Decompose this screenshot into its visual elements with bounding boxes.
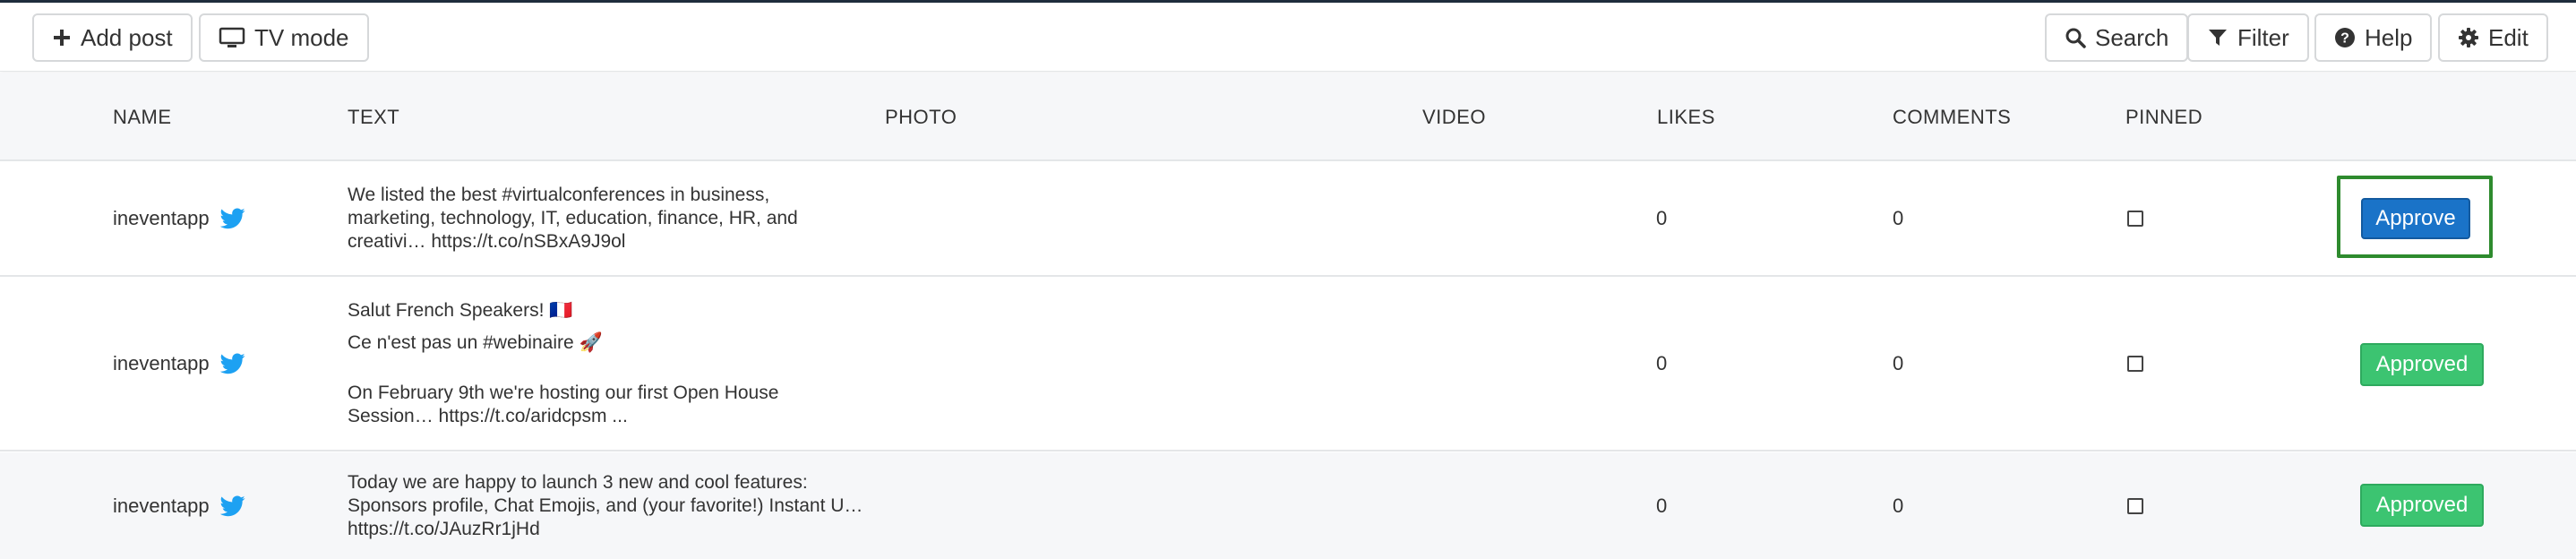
toolbar: Add post TV mode Search Filter ? Help Ed… bbox=[0, 3, 2576, 72]
column-header-video[interactable]: VIDEO bbox=[1422, 73, 1486, 161]
twitter-icon bbox=[219, 353, 245, 374]
table-row[interactable]: ineventapp Salut French Speakers! 🇫🇷 Ce … bbox=[0, 278, 2576, 452]
approved-button[interactable]: Approved bbox=[2360, 343, 2484, 386]
twitter-icon bbox=[219, 208, 245, 229]
help-button[interactable]: ? Help bbox=[2314, 13, 2433, 62]
pinned-checkbox[interactable] bbox=[2127, 356, 2143, 372]
help-icon: ? bbox=[2335, 28, 2355, 47]
pinned-cell bbox=[2127, 452, 2143, 559]
tv-mode-label: TV mode bbox=[254, 23, 349, 51]
post-text-line: On February 9th we're hosting our first … bbox=[348, 383, 779, 403]
column-header-pinned[interactable]: PINNED bbox=[2125, 73, 2202, 161]
column-header-comments[interactable]: COMMENTS bbox=[1893, 73, 2011, 161]
column-header-name[interactable]: NAME bbox=[113, 73, 172, 161]
pinned-cell bbox=[2127, 162, 2143, 275]
filter-button[interactable]: Filter bbox=[2187, 13, 2309, 62]
post-text-line: https://t.co/JAuzRr1jHd bbox=[348, 518, 540, 539]
table-row[interactable]: ineventapp Today we are happy to launch … bbox=[0, 452, 2576, 559]
post-text-line: Today we are happy to launch 3 new and c… bbox=[348, 471, 808, 493]
post-text-line: Sponsors profile, Chat Emojis, and (your… bbox=[348, 494, 863, 516]
add-post-button[interactable]: Add post bbox=[32, 13, 193, 62]
gear-icon bbox=[2459, 28, 2478, 47]
table-header: NAME TEXT PHOTO VIDEO LIKES COMMENTS PIN… bbox=[0, 73, 2576, 161]
author-cell: ineventapp bbox=[113, 162, 245, 275]
post-text-line: We listed the best #virtualconferences i… bbox=[348, 185, 770, 205]
likes-count: 0 bbox=[1656, 494, 1668, 517]
edit-label: Edit bbox=[2488, 23, 2529, 51]
pinned-cell bbox=[2127, 278, 2143, 450]
comments-count: 0 bbox=[1893, 352, 1904, 374]
tv-mode-button[interactable]: TV mode bbox=[199, 13, 369, 62]
author-name: ineventapp bbox=[113, 352, 210, 374]
add-post-label: Add post bbox=[81, 23, 173, 51]
pinned-checkbox[interactable] bbox=[2127, 497, 2143, 514]
pinned-checkbox[interactable] bbox=[2127, 211, 2143, 227]
author-cell: ineventapp bbox=[113, 278, 245, 450]
svg-text:?: ? bbox=[2340, 31, 2349, 47]
author-name: ineventapp bbox=[113, 494, 210, 517]
filter-icon bbox=[2209, 30, 2227, 46]
column-header-likes[interactable]: LIKES bbox=[1657, 73, 1715, 161]
search-button[interactable]: Search bbox=[2045, 13, 2189, 62]
post-text-line: Ce n'est pas un #webinaire 🚀 bbox=[348, 332, 603, 353]
post-text-line: creativi… https://t.co/nSBxA9J9ol bbox=[348, 231, 626, 252]
approved-button[interactable]: Approved bbox=[2360, 484, 2484, 527]
post-text-line: marketing, technology, IT, education, fi… bbox=[348, 208, 798, 228]
likes-count: 0 bbox=[1656, 207, 1668, 229]
column-header-photo[interactable]: PHOTO bbox=[885, 73, 957, 161]
search-label: Search bbox=[2095, 23, 2169, 51]
monitor-icon bbox=[219, 27, 245, 47]
search-icon bbox=[2065, 28, 2086, 48]
author-cell: ineventapp bbox=[113, 452, 245, 559]
author-name: ineventapp bbox=[113, 207, 210, 229]
post-text-line: Session… https://t.co/aridcpsm ... bbox=[348, 406, 628, 426]
post-text-line: Salut French Speakers! 🇫🇷 bbox=[348, 300, 573, 321]
filter-label: Filter bbox=[2237, 23, 2289, 51]
comments-count: 0 bbox=[1893, 494, 1904, 517]
post-text: Salut French Speakers! 🇫🇷 Ce n'est pas u… bbox=[348, 278, 885, 450]
post-text: Today we are happy to launch 3 new and c… bbox=[348, 452, 885, 559]
comments-count: 0 bbox=[1893, 207, 1904, 229]
post-text: We listed the best #virtualconferences i… bbox=[348, 162, 885, 275]
twitter-icon bbox=[219, 494, 245, 516]
table-row[interactable]: ineventapp We listed the best #virtualco… bbox=[0, 162, 2576, 277]
approve-button[interactable]: Approve bbox=[2361, 198, 2470, 239]
edit-button[interactable]: Edit bbox=[2438, 13, 2548, 62]
column-header-text[interactable]: TEXT bbox=[348, 73, 399, 161]
plus-icon bbox=[54, 30, 70, 46]
likes-count: 0 bbox=[1656, 352, 1668, 374]
help-label: Help bbox=[2365, 23, 2413, 51]
